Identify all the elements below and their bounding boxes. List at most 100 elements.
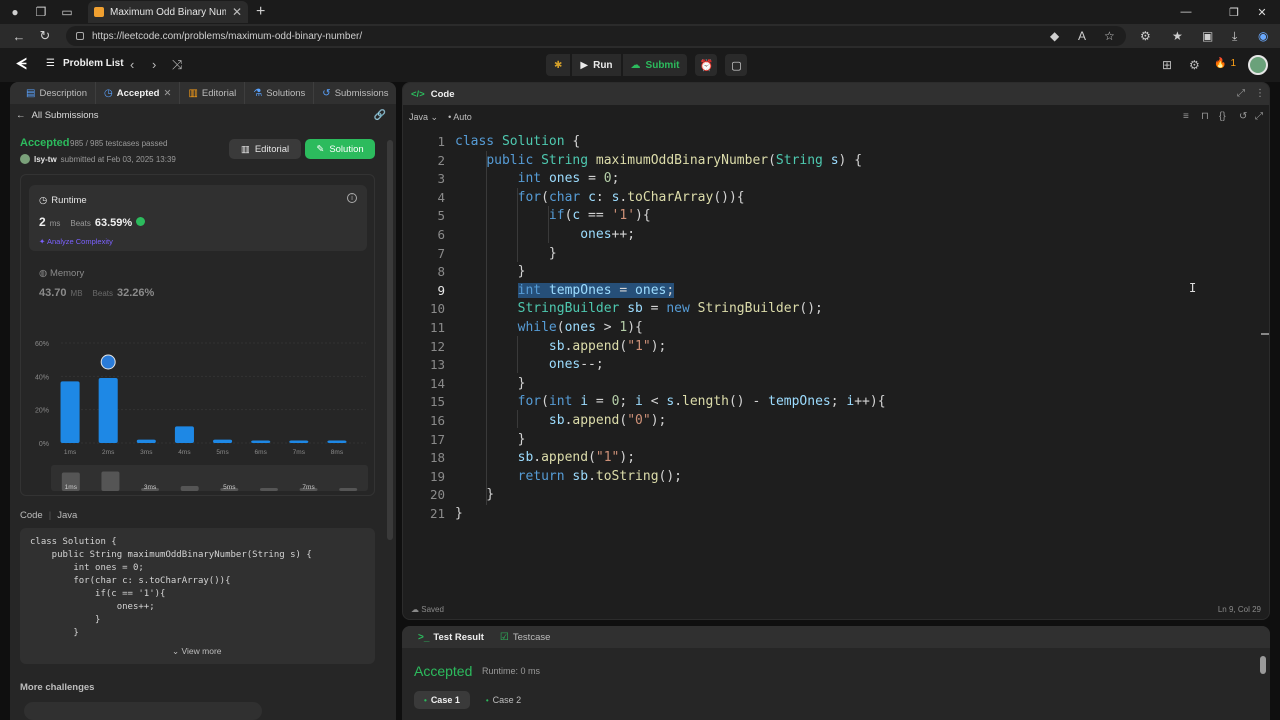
all-submissions-link[interactable]: ← All Submissions (16, 110, 99, 121)
x-tick-label: 8ms (331, 449, 344, 456)
chart-bar (98, 378, 118, 443)
tab-editorial[interactable]: ▥ Editorial (180, 82, 246, 104)
minimap-bar (339, 488, 358, 491)
code-preview[interactable]: class Solution { public String maximumOd… (20, 528, 375, 664)
username[interactable]: lsy-tw (34, 155, 57, 164)
language-select[interactable]: Java ⌄ (409, 112, 438, 123)
browser-tab-bar: ● ❐ ▭ Maximum Odd Binary Number - L ✕ + … (0, 0, 1280, 24)
fullscreen-icon[interactable]: ⤢ (1255, 111, 1263, 122)
code-line: 5 if(c == '1'){ (437, 208, 651, 224)
analyze-label: Analyze Complexity (46, 237, 113, 246)
layout-icon[interactable]: ⊞ (1162, 58, 1172, 72)
minimap-label: 5ms (223, 484, 236, 491)
next-problem-icon[interactable]: › (152, 57, 156, 72)
close-tab-icon[interactable]: ✕ (232, 5, 242, 19)
code-line: 2 public String maximumOddBinaryNumber(S… (437, 152, 863, 168)
collections-icon[interactable]: ▣ (1202, 24, 1213, 48)
result-status: Accepted (414, 663, 473, 679)
profile-icon[interactable]: ● (4, 1, 26, 23)
tab-solutions[interactable]: ⚗ Solutions (245, 82, 315, 104)
solution-button[interactable]: ✎ Solution (305, 139, 375, 159)
format-icon[interactable]: ≡ (1183, 111, 1189, 122)
prev-problem-icon[interactable]: ‹ (130, 57, 134, 72)
expand-icon[interactable]: ⤢ (1237, 88, 1245, 99)
refresh-icon[interactable]: ↻ (32, 28, 58, 44)
tab-accepted[interactable]: ◷ Accepted ✕ (96, 82, 181, 104)
fire-icon: 🔥 (1214, 58, 1227, 69)
bookmark-icon[interactable]: ⊓ (1201, 111, 1209, 122)
tab-submissions[interactable]: ↺ Submissions (314, 82, 396, 104)
tab-description[interactable]: ▤ Description (18, 82, 96, 104)
close-window-icon[interactable]: ✕ (1244, 0, 1280, 24)
info-icon[interactable]: i (347, 193, 357, 203)
close-tab-icon[interactable]: ✕ (163, 88, 171, 99)
runtime-box[interactable]: ◷ Runtime i 2 ms Beats 63.59% ✦ Analyze … (29, 185, 367, 251)
runtime-label: Runtime (51, 195, 87, 206)
more-challenges-heading: More challenges (20, 682, 95, 693)
code-line: 20 } (429, 487, 495, 503)
submit-button[interactable]: ☁ Submit (622, 54, 688, 76)
editorial-label: Editorial (254, 143, 290, 155)
left-panel-scrollbar[interactable] (387, 140, 393, 540)
url-field[interactable]: https://leetcode.com/problems/maximum-od… (66, 26, 1126, 46)
copilot-icon[interactable]: ◉ (1258, 24, 1268, 48)
back-icon[interactable]: ← (6, 29, 32, 44)
code-line: 3 int ones = 0; (437, 171, 620, 187)
memory-label-row[interactable]: ◍ Memory (39, 268, 84, 279)
tab-test-result[interactable]: >_ Test Result (410, 632, 492, 643)
result-runtime: Runtime: 0 ms (482, 666, 541, 676)
editorial-button[interactable]: ▥ Editorial (229, 139, 301, 159)
leetcode-favicon-icon (94, 7, 104, 17)
minimize-icon[interactable]: — (1168, 0, 1204, 24)
runtime-value-row: 2 ms Beats 63.59% (39, 215, 146, 229)
run-button[interactable]: ▶ Run (572, 54, 621, 76)
submitter-info: lsy-tw submitted at Feb 03, 2025 13:39 (20, 154, 176, 164)
user-avatar[interactable] (1248, 55, 1268, 75)
shuffle-icon[interactable]: ⤨ (172, 57, 182, 73)
chart-bar (174, 426, 194, 443)
runtime-distribution-chart[interactable]: 60% 40% 20% 0% 1ms 2ms 3ms 4ms 5ms 6ms 7ms 8ms 1ms 3m… (21, 325, 376, 495)
streak-counter[interactable]: 🔥 1 (1214, 58, 1236, 69)
lock-icon (76, 32, 84, 40)
case-tab-2[interactable]: • Case 2 (476, 691, 531, 709)
favorites-icon[interactable]: ★ (1172, 24, 1183, 48)
braces-icon[interactable]: {} (1219, 111, 1226, 122)
view-more-button[interactable]: ⌄ View more (172, 646, 222, 657)
workspaces-icon[interactable]: ❐ (30, 1, 52, 23)
leetcode-logo-icon[interactable]: ᗕ (16, 56, 32, 74)
browser-tab[interactable]: Maximum Odd Binary Number - L ✕ (88, 1, 248, 23)
code-line: 18 sb.append("1"); (429, 450, 636, 466)
analyze-complexity-link[interactable]: ✦ Analyze Complexity (39, 237, 113, 246)
timer-button[interactable]: ⏰ (695, 54, 718, 76)
problem-list-link[interactable]: ☰ Problem List (46, 58, 124, 69)
case-tab-1[interactable]: • Case 1 (414, 691, 470, 709)
editor-toolbar: Java ⌄ • Auto (403, 107, 1269, 127)
code-section-header: Code | Java (20, 510, 77, 521)
more-options-icon[interactable]: ⋮ (1255, 88, 1265, 99)
downloads-icon[interactable]: ⤓ (1232, 24, 1237, 48)
result-scrollbar[interactable] (1260, 656, 1266, 674)
mode-select[interactable]: • Auto (448, 112, 472, 122)
tab-actions-icon[interactable]: ▭ (56, 1, 78, 23)
link-icon[interactable]: 🔗 (374, 110, 386, 121)
code-editor[interactable]: 1 class Solution { 2 public String maximu… (403, 133, 1269, 563)
favorite-star-icon[interactable]: ☆ (1104, 24, 1115, 48)
extension-icon[interactable]: ◆ (1050, 24, 1059, 48)
notes-button[interactable]: ▢ (725, 54, 748, 76)
read-aloud-icon[interactable]: A (1078, 24, 1086, 48)
debug-button[interactable]: ✱ (546, 54, 571, 76)
pass-dot-icon: • (485, 695, 489, 705)
y-tick-label: 60% (35, 341, 49, 348)
new-tab-icon[interactable]: + (256, 3, 265, 21)
reset-icon[interactable]: ↺ (1239, 111, 1247, 122)
y-tick-label: 20% (35, 408, 49, 415)
play-icon: ▶ (580, 59, 589, 71)
code-label: Code (20, 510, 43, 521)
settings-gear-icon[interactable]: ⚙ (1189, 58, 1200, 72)
saved-status: ☁ Saved (411, 605, 444, 614)
challenge-pill[interactable] (24, 702, 262, 720)
chart-minimap (51, 465, 368, 491)
tab-testcase[interactable]: ☑ Testcase (492, 632, 558, 643)
extensions-icon[interactable]: ⚙ (1140, 24, 1151, 48)
memory-value-row: 43.70 MB Beats 32.26% (39, 287, 154, 299)
